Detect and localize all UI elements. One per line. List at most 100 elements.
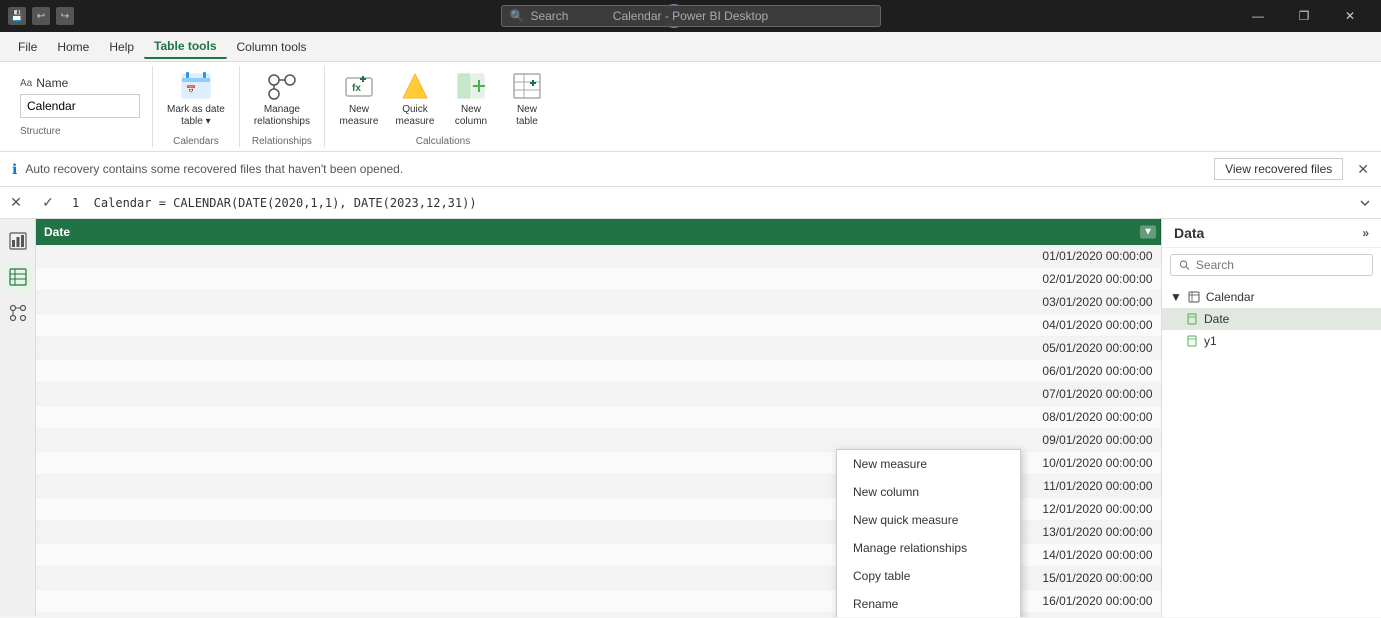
formula-cancel-button[interactable]: ✕ [0, 187, 32, 219]
new-column-button[interactable]: Newcolumn [445, 66, 497, 132]
name-field-label: Aa Name [20, 76, 140, 90]
column-filter-button[interactable]: ▼ [1140, 226, 1156, 239]
new-column-icon [455, 70, 487, 102]
view-recovered-button[interactable]: View recovered files [1214, 158, 1343, 180]
table-row[interactable]: 08/01/2020 00:00:00 [36, 406, 1161, 429]
tree-item-date[interactable]: Date [1162, 308, 1381, 330]
formula-confirm-button[interactable]: ✓ [32, 187, 64, 219]
ctx-new-column[interactable]: New column [837, 478, 1020, 506]
save-icon[interactable]: 💾 [8, 7, 26, 25]
relationships-label: Relationships [252, 136, 312, 147]
title-bar: 💾 ↩ ↪ 🔍 Search Calendar - Power BI Deskt… [0, 0, 1381, 32]
mark-date-icon: 📅 [180, 70, 212, 102]
tree-table-calendar[interactable]: ▼ Calendar [1162, 286, 1381, 308]
new-table-label: Newtable [516, 104, 538, 128]
menu-table-tools[interactable]: Table tools [144, 35, 226, 59]
info-bar: ℹ Auto recovery contains some recovered … [0, 152, 1381, 187]
window-controls: — ❐ ✕ [1235, 0, 1373, 32]
table-row[interactable]: 01/01/2020 00:00:00 [36, 245, 1161, 268]
model-view-icon[interactable] [4, 299, 32, 327]
table-row[interactable]: 03/01/2020 00:00:00 [36, 291, 1161, 314]
title-search-box[interactable]: 🔍 Search [501, 5, 881, 27]
maximize-button[interactable]: ❐ [1281, 0, 1327, 32]
tree-item-label: y1 [1204, 334, 1217, 348]
formula-bar: ✕ ✓ [0, 187, 1381, 219]
redo-icon[interactable]: ↪ [56, 7, 74, 25]
info-close-button[interactable]: ✕ [1357, 161, 1369, 178]
minimize-button[interactable]: — [1235, 0, 1281, 32]
info-icon: ℹ [12, 161, 17, 178]
ctx-new-measure[interactable]: New measure [837, 450, 1020, 478]
table-row[interactable]: 07/01/2020 00:00:00 [36, 383, 1161, 406]
formula-expand-button[interactable] [1349, 187, 1381, 219]
data-search-input[interactable] [1196, 258, 1364, 272]
new-measure-button[interactable]: fx Newmeasure [333, 66, 385, 132]
new-column-label: Newcolumn [455, 104, 487, 128]
title-search-icon: 🔍 [510, 9, 525, 23]
tree-table-name: Calendar [1206, 290, 1255, 304]
name-input[interactable] [20, 94, 140, 118]
column-icon [1186, 313, 1198, 325]
calculations-buttons: fx Newmeasure ⚡ Quickmeasure Newcolumn [333, 66, 553, 132]
svg-text:⚡: ⚡ [412, 84, 424, 97]
table-row[interactable]: 04/01/2020 00:00:00 [36, 314, 1161, 337]
ribbon-calendars-group: 📅 Mark as datetable ▾ Calendars [153, 66, 240, 147]
title-bar-app-icons: 💾 ↩ ↪ [8, 7, 74, 25]
menu-bar: File Home Help Table tools Column tools [0, 32, 1381, 62]
ctx-copy-table[interactable]: Copy table [837, 562, 1020, 590]
info-message: Auto recovery contains some recovered fi… [25, 162, 403, 176]
date-column-header: Date ▼ [36, 219, 1161, 245]
calculations-label: Calculations [416, 136, 470, 147]
calendars-buttons: 📅 Mark as datetable ▾ [161, 66, 231, 132]
data-panel-header: Data » [1162, 219, 1381, 248]
name-label-text: Name [36, 76, 68, 90]
menu-file[interactable]: File [8, 36, 47, 58]
manage-relationships-icon [266, 70, 298, 102]
ribbon-relationships-group: Managerelationships Relationships [240, 66, 325, 147]
data-tree: ▼ Calendar Date y1 [1162, 282, 1381, 356]
svg-text:📅: 📅 [186, 84, 196, 94]
calendars-label: Calendars [173, 136, 219, 147]
tree-item-y1[interactable]: y1 [1162, 330, 1381, 352]
context-menu: New measureNew columnNew quick measureMa… [836, 449, 1021, 617]
manage-relationships-label: Managerelationships [254, 104, 310, 128]
table-icon [1188, 291, 1200, 303]
ctx-manage-relationships[interactable]: Manage relationships [837, 534, 1020, 562]
relationships-buttons: Managerelationships [248, 66, 316, 132]
title-search-text: Search [530, 9, 568, 23]
quick-measure-label: Quickmeasure [396, 104, 435, 128]
table-row[interactable]: 05/01/2020 00:00:00 [36, 337, 1161, 360]
menu-column-tools[interactable]: Column tools [227, 36, 317, 58]
left-sidebar [0, 219, 36, 617]
table-row[interactable]: 02/01/2020 00:00:00 [36, 268, 1161, 291]
tree-expand-icon: ▼ [1170, 290, 1182, 304]
data-view-icon[interactable] [4, 263, 32, 291]
data-search-icon [1179, 259, 1190, 271]
undo-icon[interactable]: ↩ [32, 7, 50, 25]
new-measure-icon: fx [343, 70, 375, 102]
formula-input[interactable] [64, 196, 1349, 210]
new-table-button[interactable]: Newtable [501, 66, 553, 132]
main-area: Date ▼ 01/01/2020 00:00:0002/01/2020 00:… [0, 219, 1381, 617]
menu-help[interactable]: Help [99, 36, 144, 58]
table-row[interactable]: 06/01/2020 00:00:00 [36, 360, 1161, 383]
quick-measure-button[interactable]: ⚡ Quickmeasure [389, 66, 441, 132]
manage-relationships-button[interactable]: Managerelationships [248, 66, 316, 132]
column-icon [1186, 335, 1198, 347]
ribbon: Aa Name Structure 📅 Mark as datetable ▾ … [0, 62, 1381, 152]
data-panel-title: Data [1174, 225, 1204, 241]
data-panel-expand-icon[interactable]: » [1362, 226, 1369, 240]
close-button[interactable]: ✕ [1327, 0, 1373, 32]
ctx-new-quick-measure[interactable]: New quick measure [837, 506, 1020, 534]
report-view-icon[interactable] [4, 227, 32, 255]
svg-text:fx: fx [352, 83, 361, 94]
menu-home[interactable]: Home [47, 36, 99, 58]
data-search-box[interactable] [1170, 254, 1373, 276]
mark-date-table-button[interactable]: 📅 Mark as datetable ▾ [161, 66, 231, 132]
structure-label: Structure [20, 126, 140, 137]
ribbon-structure-group: Aa Name Structure [8, 66, 153, 147]
table-area: Date ▼ 01/01/2020 00:00:0002/01/2020 00:… [36, 219, 1161, 617]
new-measure-label: Newmeasure [340, 104, 379, 128]
name-icon: Aa [20, 78, 32, 89]
ctx-rename[interactable]: Rename [837, 590, 1020, 617]
